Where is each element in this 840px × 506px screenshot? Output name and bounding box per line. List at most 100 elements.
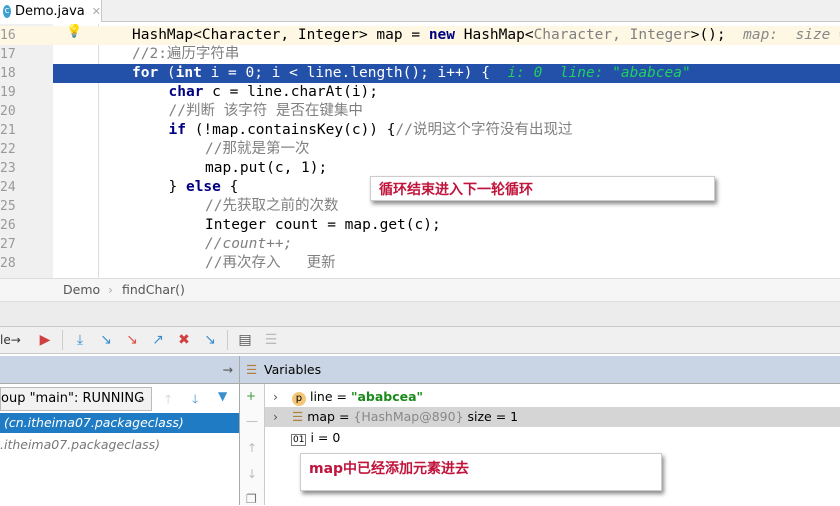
code-line[interactable]: 18 for (int i = 0; i < line.length(); i++… [0,64,840,83]
line-number: 17 [0,47,16,62]
arrow-down-icon[interactable]: 🡓 [192,390,198,411]
step-out-icon[interactable]: ↗ [147,329,169,351]
chevron-down-icon: ⌄ [136,391,147,406]
editor-tab-bar: c Demo.java ✕ [0,0,840,22]
breadcrumb: Demo › findChar() [0,278,840,302]
code-token: //count++; [205,236,293,252]
code-token: c = line.charAt(i); [212,84,379,100]
copy-icon[interactable]: ❐ [246,492,257,506]
var-value: "ababcea" [350,389,424,404]
code-token: HashMap<Character, Integer> map = [132,27,429,43]
code-token: map: size = 0 [743,27,840,43]
code-line[interactable]: 16 HashMap<Character, Integer> map = new … [0,26,840,45]
code-token: else [185,179,230,195]
arrow-up-icon[interactable]: 🡑 [165,390,171,411]
code-line[interactable]: 20 //判断 该字符 是否在键集中 [0,102,840,121]
step-over-icon[interactable]: ⤓ [69,329,91,351]
code-token: { [229,179,239,195]
code-token: HashMap< [463,27,534,43]
close-tab-icon[interactable]: ✕ [92,5,101,18]
console-tab-label: le [0,333,11,347]
code-token: //说明这个字符没有出现过 [395,122,573,138]
callout-map: map中已经添加元素进去 [300,453,662,491]
variables-header: ☰ Variables [240,356,840,384]
code-token: } [168,179,186,195]
code-line[interactable]: 27 //count++; [0,235,840,254]
line-number: 16 [0,28,16,43]
var-eq: = [332,389,351,404]
evaluate-expression-icon[interactable]: ▤ [234,329,256,351]
tab-label: Demo.java [15,3,85,19]
line-number: 26 [0,218,16,233]
drop-frame-icon[interactable]: ✖ [173,329,195,351]
code-token: i = 0; i < line.length(); i++) { [210,65,508,81]
line-number: 19 [0,85,16,100]
breadcrumb-method[interactable]: findChar() [122,279,185,301]
run-to-cursor-icon[interactable]: ↘ [199,329,221,351]
move-down-icon[interactable]: ↓ [247,467,257,481]
code-line[interactable]: 21 if (!map.containsKey(c)) {//说明这个字符没有出现… [0,121,840,140]
lightbulb-icon[interactable]: 💡 [66,24,82,39]
variables-title: Variables [264,362,322,377]
code-token: new [428,27,464,43]
code-token: char [168,84,213,100]
frames-header: → [0,356,240,384]
code-token: //那就是第一次 [205,141,310,157]
code-line[interactable]: 19 char c = line.charAt(i); [0,83,840,102]
move-up-icon[interactable]: ↑ [247,441,257,455]
separator [227,330,228,350]
parameter-icon: p [291,392,306,406]
var-eq: = [334,409,354,424]
line-number: 28 [0,256,16,271]
line-number: 21 [0,123,16,138]
tab-demo-java[interactable]: c Demo.java ✕ [0,0,102,22]
var-name: map [307,409,335,424]
force-step-into-icon[interactable]: ↘ [121,329,143,351]
callout-loop: 循环结束进入下一轮循环 [370,176,715,201]
remove-watch-icon[interactable]: — [246,414,258,428]
step-into-icon[interactable]: ↘ [95,329,117,351]
variables-icon: ☰ [246,362,258,377]
divider [0,302,840,326]
variable-i[interactable]: 01 i = 0 [265,428,840,448]
line-number: 24 [0,180,16,195]
filter-icon[interactable]: ▼ [218,389,227,403]
thread-select-value: oup "main": RUNNING [1,391,145,406]
breadcrumb-class[interactable]: Demo [63,279,100,301]
code-token: for [132,65,167,81]
thread-select[interactable]: oup "main": RUNNING ⌄ [0,387,152,411]
variable-map[interactable]: › ☰ map = {HashMap@890} size = 1 [265,407,840,427]
var-name: line [309,389,333,404]
code-token: //先获取之前的次数 [205,198,339,214]
code-token: if [168,122,195,138]
java-class-icon: c [3,4,11,18]
pin-icon[interactable]: → [223,356,233,384]
line-number: 18 [0,66,16,81]
variable-line[interactable]: › p line = "ababcea" [265,387,840,407]
code-token: i: 0 line: "ababcea" [507,65,691,81]
code-line[interactable]: 26 Integer count = map.get(c); [0,216,840,235]
new-watch-icon[interactable]: + [246,389,256,403]
trace-icon[interactable]: ☰ [260,329,282,351]
code-line[interactable]: 22 //那就是第一次 [0,140,840,159]
debug-toolbar: le→ ▶ ⤓ ↘ ↘ ↗ ✖ ↘ ▤ ☰ [0,326,840,354]
primitive-icon: 01 [291,434,307,446]
code-token: map.put(c, 1); [205,160,328,176]
frame-item-selected[interactable]: (cn.itheima07.packageclass) [0,413,239,433]
code-line[interactable]: 28 //再次存入 更新 [0,254,840,273]
line-number: 27 [0,237,16,252]
console-tab[interactable]: le→ [0,333,32,347]
line-number: 23 [0,161,16,176]
separator [62,330,63,350]
code-editor[interactable]: 16 HashMap<Character, Integer> map = new … [0,24,840,278]
line-number: 22 [0,142,16,157]
variables-side-toolbar: + — ↑ ↓ ❐ [240,384,265,506]
code-token: ( [166,65,176,81]
var-value: 0 [332,430,341,445]
code-line[interactable]: 17 //2:遍历字符串 [0,45,840,64]
code-token: //再次存入 更新 [205,255,336,271]
show-execution-point-icon[interactable]: ▶ [34,329,56,351]
frame-item[interactable]: .itheima07.packageclass) [0,435,239,455]
field-icon: ☰ [291,409,304,424]
code-token: //判断 该字符 是否在键集中 [168,103,363,119]
